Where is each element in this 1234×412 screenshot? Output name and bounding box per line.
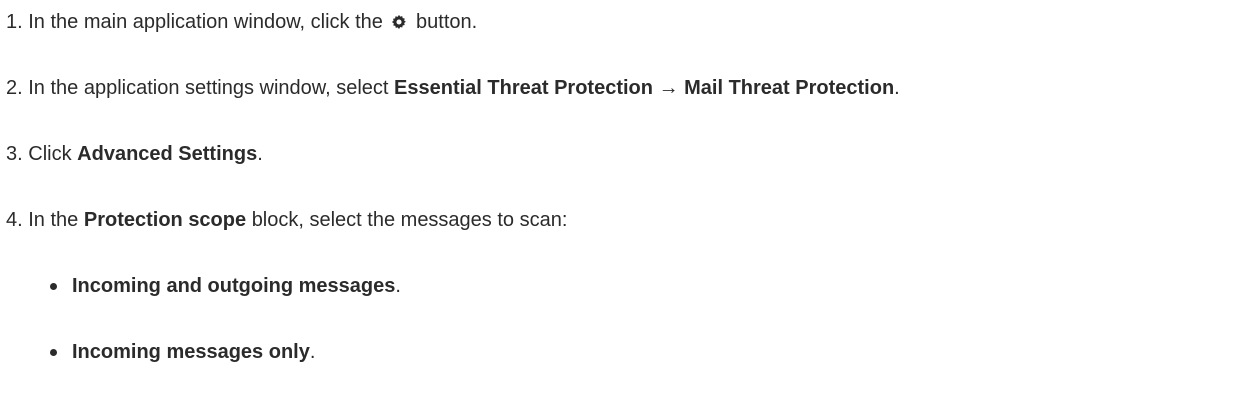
- step-4: 4. In the Protection scope block, select…: [6, 206, 1234, 272]
- step-number: 1.: [6, 11, 23, 33]
- arrow: →: [658, 77, 679, 99]
- step-3: 3. Click Advanced Settings.: [6, 140, 1234, 206]
- period: .: [395, 275, 401, 297]
- step-text-end: block, select the messages to scan:: [251, 209, 568, 231]
- period: .: [309, 341, 316, 363]
- instruction-steps: 1. In the main application window, click…: [6, 8, 1234, 404]
- step-text: Click: [28, 143, 72, 165]
- list-item: Incoming messages only.: [6, 338, 1234, 404]
- gear-icon: [392, 14, 407, 30]
- step-2: 2. In the application settings window, s…: [6, 74, 1234, 140]
- menu-path-essential-threat-protection: Essential Threat Protection: [394, 77, 653, 99]
- menu-path-mail-threat-protection: Mail Threat Protection: [684, 77, 895, 99]
- step-number: 2.: [6, 77, 23, 99]
- step-number: 3.: [6, 143, 23, 165]
- step-text: In the application settings window, sele…: [28, 77, 389, 99]
- option-incoming-only: Incoming messages only: [72, 341, 310, 363]
- step-number: 4.: [6, 209, 23, 231]
- period: .: [257, 143, 263, 165]
- step-text: In the main application window, click th…: [28, 11, 383, 33]
- advanced-settings-label: Advanced Settings: [77, 143, 258, 165]
- step-text-end: button.: [416, 11, 478, 33]
- protection-scope-label: Protection scope: [83, 209, 247, 231]
- step-1: 1. In the main application window, click…: [6, 8, 1234, 74]
- list-item: Incoming and outgoing messages.: [6, 272, 1234, 338]
- option-incoming-and-outgoing: Incoming and outgoing messages: [72, 275, 396, 297]
- protection-scope-options: Incoming and outgoing messages. Incoming…: [6, 272, 1234, 404]
- step-text: In the: [28, 209, 79, 231]
- period: .: [894, 77, 900, 99]
